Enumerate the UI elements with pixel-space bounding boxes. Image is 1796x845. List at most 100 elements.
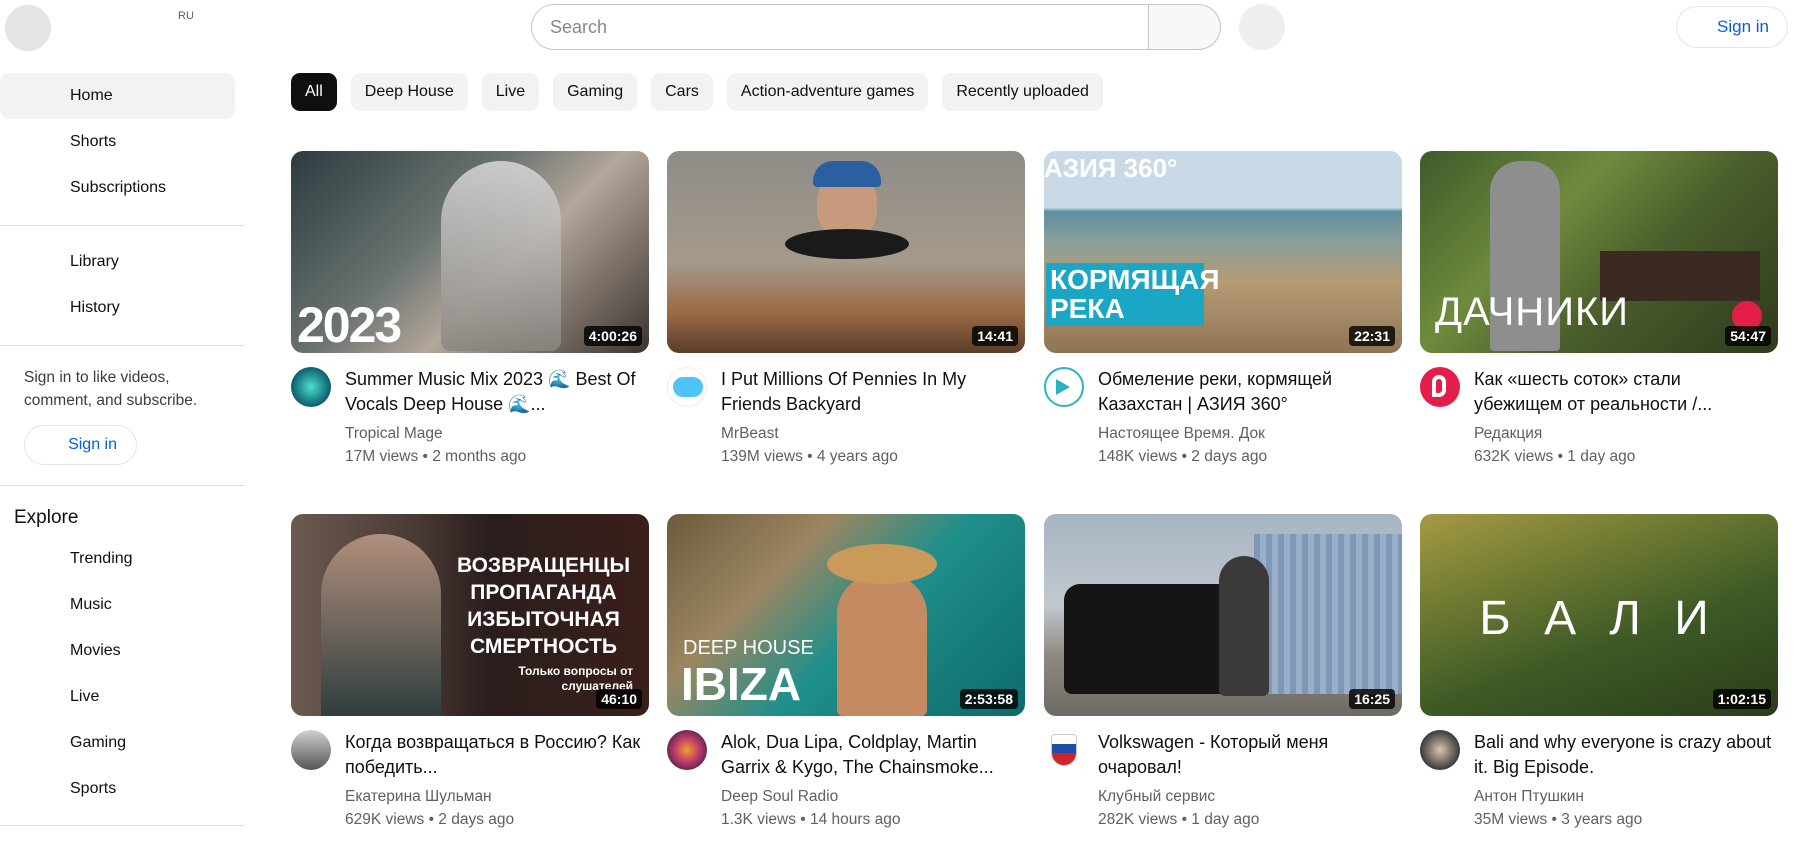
chip-all[interactable]: All (291, 73, 337, 111)
search-bar: Search (531, 4, 1221, 50)
thumbnail-text: 2023 (297, 296, 402, 353)
video-stats: 629K views • 2 days ago (345, 811, 515, 828)
video-title[interactable]: Bali and why everyone is crazy about it.… (1474, 730, 1774, 780)
thumbnail-hole (785, 229, 909, 259)
chip-gaming[interactable]: Gaming (553, 73, 638, 111)
video-card[interactable]: 16:25 Volkswagen - Который меня очаровал… (1044, 514, 1402, 836)
channel-name[interactable]: Клубный сервис (1098, 788, 1215, 806)
mrbeast-logo-icon (673, 377, 703, 397)
video-title[interactable]: Alok, Dua Lipa, Coldplay, Martin Garrix … (721, 730, 1021, 780)
thumbnail-text: DEEP HOUSE (683, 637, 814, 659)
sidebar-item-label: Trending (70, 550, 133, 567)
thumbnail-figure (1219, 556, 1269, 696)
sidebar-item-subscriptions[interactable]: Subscriptions (0, 165, 235, 211)
sidebar-divider (0, 225, 245, 226)
video-title[interactable]: Когда возвращаться в Россию? Как победит… (345, 730, 645, 780)
sidebar-item-home[interactable]: Home (0, 73, 235, 119)
sidebar-divider (0, 485, 245, 486)
channel-name[interactable]: Редакция (1474, 425, 1542, 443)
sidebar-item-gaming[interactable]: Gaming (0, 720, 235, 766)
thumbnail-text: Б А Л И (1479, 592, 1719, 645)
thumbnail-figure (441, 161, 561, 351)
channel-avatar[interactable] (1044, 367, 1084, 407)
video-duration: 2:53:58 (959, 689, 1018, 709)
voice-search-button[interactable] (1239, 4, 1285, 50)
filter-chips: All Deep House Live Gaming Cars Action-a… (291, 73, 1103, 111)
video-title[interactable]: I Put Millions Of Pennies In My Friends … (721, 367, 1021, 417)
chip-recently-uploaded[interactable]: Recently uploaded (942, 73, 1103, 111)
video-stats: 282K views • 1 day ago (1098, 811, 1260, 828)
video-thumbnail[interactable]: DEEP HOUSE IBIZA 2:53:58 (667, 514, 1025, 716)
thumbnail-caption: КОРМЯЩАЯ РЕКА (1046, 263, 1220, 326)
video-thumbnail[interactable]: АЗИЯ 360° КОРМЯЩАЯ РЕКА 22:31 (1044, 151, 1402, 353)
channel-name[interactable]: Екатерина Шульман (345, 788, 492, 806)
sidebar-item-label: Live (70, 688, 100, 705)
video-stats: 148K views • 2 days ago (1098, 448, 1268, 465)
thumbnail-figure (321, 534, 441, 716)
search-input[interactable]: Search (531, 4, 1148, 50)
channel-avatar[interactable] (291, 367, 331, 407)
channel-avatar[interactable] (1044, 730, 1084, 770)
thumbnail-text: ДАЧНИКИ (1435, 290, 1629, 334)
sidebar-item-sports[interactable]: Sports (0, 766, 235, 812)
video-thumbnail[interactable]: 16:25 (1044, 514, 1402, 716)
channel-name[interactable]: Deep Soul Radio (721, 788, 838, 806)
video-duration: 4:00:26 (583, 326, 642, 346)
sidebar-item-trending[interactable]: Trending (0, 536, 235, 582)
channel-avatar[interactable] (667, 367, 707, 407)
video-card[interactable]: 14:41 I Put Millions Of Pennies In My Fr… (667, 151, 1025, 473)
sign-in-prompt: Sign in to like videos, comment, and sub… (24, 369, 198, 409)
thumbnail-figure (837, 574, 927, 716)
thumbnail-building (1254, 534, 1402, 694)
chip-live[interactable]: Live (481, 73, 540, 111)
video-title[interactable]: Обмеление реки, кормящей Казахстан | АЗИ… (1098, 367, 1398, 417)
sidebar-item-music[interactable]: Music (0, 582, 235, 628)
menu-button[interactable] (5, 5, 51, 51)
video-thumbnail[interactable]: ДАЧНИКИ 54:47 (1420, 151, 1778, 353)
sidebar-item-label: Movies (70, 642, 121, 659)
video-card[interactable]: АЗИЯ 360° КОРМЯЩАЯ РЕКА 22:31 Обмеление … (1044, 151, 1402, 473)
sidebar-divider (0, 345, 245, 346)
sign-in-button[interactable]: Sign in (1676, 6, 1788, 48)
thumbnail-brand-text: АЗИЯ 360° (1044, 153, 1178, 183)
channel-name[interactable]: MrBeast (721, 425, 779, 443)
sidebar-item-label: Music (70, 596, 112, 613)
sidebar-item-library[interactable]: Library (0, 239, 235, 285)
channel-name[interactable]: Настоящее Время. Док (1098, 425, 1265, 443)
channel-avatar[interactable] (1420, 730, 1460, 770)
thumbnail-text: ВОЗВРАЩЕНЦЫ ПРОПАГАНДА ИЗБЫТОЧНАЯ СМЕРТН… (456, 554, 631, 658)
video-card[interactable]: ВОЗВРАЩЕНЦЫ ПРОПАГАНДА ИЗБЫТОЧНАЯ СМЕРТН… (291, 514, 649, 836)
channel-avatar[interactable] (291, 730, 331, 770)
video-stats: 632K views • 1 day ago (1474, 448, 1636, 465)
chip-action-adventure[interactable]: Action-adventure games (726, 73, 929, 111)
sidebar-item-label: Subscriptions (70, 179, 167, 196)
sidebar-item-shorts[interactable]: Shorts (0, 119, 235, 165)
channel-avatar[interactable] (1420, 367, 1460, 407)
video-title[interactable]: Volkswagen - Который меня очаровал! (1098, 730, 1398, 780)
video-title[interactable]: Как «шесть соток» стали убежищем от реал… (1474, 367, 1774, 417)
channel-logo-icon (1432, 375, 1446, 397)
video-duration: 14:41 (972, 326, 1018, 346)
video-thumbnail[interactable]: ВОЗВРАЩЕНЦЫ ПРОПАГАНДА ИЗБЫТОЧНАЯ СМЕРТН… (291, 514, 649, 716)
channel-avatar[interactable] (667, 730, 707, 770)
chip-cars[interactable]: Cars (651, 73, 713, 111)
sidebar-item-live[interactable]: Live (0, 674, 235, 720)
video-thumbnail[interactable]: Б А Л И 1:02:15 (1420, 514, 1778, 716)
sidebar-item-movies[interactable]: Movies (0, 628, 235, 674)
play-icon (1056, 379, 1070, 395)
chip-deep-house[interactable]: Deep House (350, 73, 468, 111)
video-duration: 54:47 (1725, 326, 1771, 346)
video-thumbnail[interactable]: 2023 4:00:26 (291, 151, 649, 353)
video-title[interactable]: Summer Music Mix 2023 🌊 Best Of Vocals D… (345, 367, 645, 417)
sidebar-item-history[interactable]: History (0, 285, 235, 331)
video-card[interactable]: DEEP HOUSE IBIZA 2:53:58 Alok, Dua Lipa,… (667, 514, 1025, 836)
video-thumbnail[interactable]: 14:41 (667, 151, 1025, 353)
channel-name[interactable]: Tropical Mage (345, 425, 443, 443)
video-card[interactable]: 2023 4:00:26 Summer Music Mix 2023 🌊 Bes… (291, 151, 649, 473)
video-card[interactable]: Б А Л И 1:02:15 Bali and why everyone is… (1420, 514, 1778, 836)
region-label: RU (178, 10, 194, 22)
channel-name[interactable]: Антон Птушкин (1474, 788, 1584, 806)
sidebar-sign-in-button[interactable]: Sign in (24, 425, 137, 465)
video-card[interactable]: ДАЧНИКИ 54:47 Как «шесть соток» стали уб… (1420, 151, 1778, 473)
search-button[interactable] (1148, 4, 1221, 50)
